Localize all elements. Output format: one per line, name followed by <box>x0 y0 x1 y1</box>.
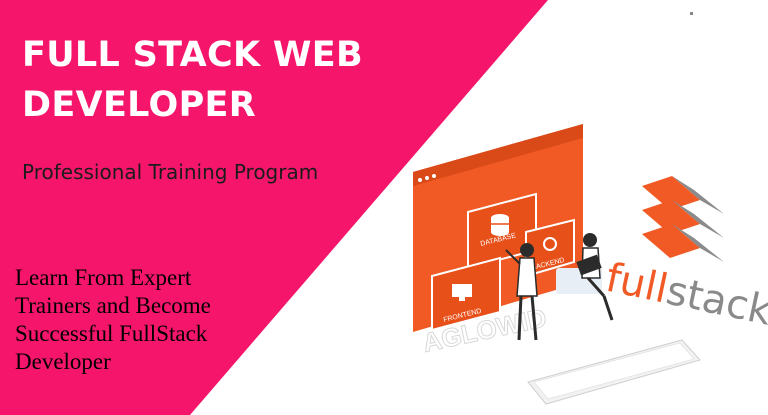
tagline-line-2: Trainers and Become <box>15 293 211 318</box>
tagline-line-3: Successful FullStack <box>15 321 208 346</box>
fullstack-logo-icon <box>642 176 724 262</box>
corner-mark <box>690 12 693 15</box>
page-title: FULL STACK WEB DEVELOPER <box>22 30 363 130</box>
title-line-1: FULL STACK WEB <box>22 35 363 75</box>
subtitle: Professional Training Program <box>22 160 319 184</box>
logo-text-full: full <box>602 255 672 313</box>
tagline-line-4: Developer <box>15 349 111 374</box>
fullstack-illustration: AGLOWID DATABASE BACKEND FRONTEND fullst… <box>413 124 768 405</box>
logo-text: fullstack <box>602 255 768 335</box>
title-line-2: DEVELOPER <box>22 85 256 125</box>
logo-text-stack: stack <box>662 268 768 335</box>
tagline-line-1: Learn From Expert <box>15 265 192 290</box>
tagline: Learn From Expert Trainers and Become Su… <box>15 264 265 376</box>
keyboard-icon <box>527 339 701 405</box>
